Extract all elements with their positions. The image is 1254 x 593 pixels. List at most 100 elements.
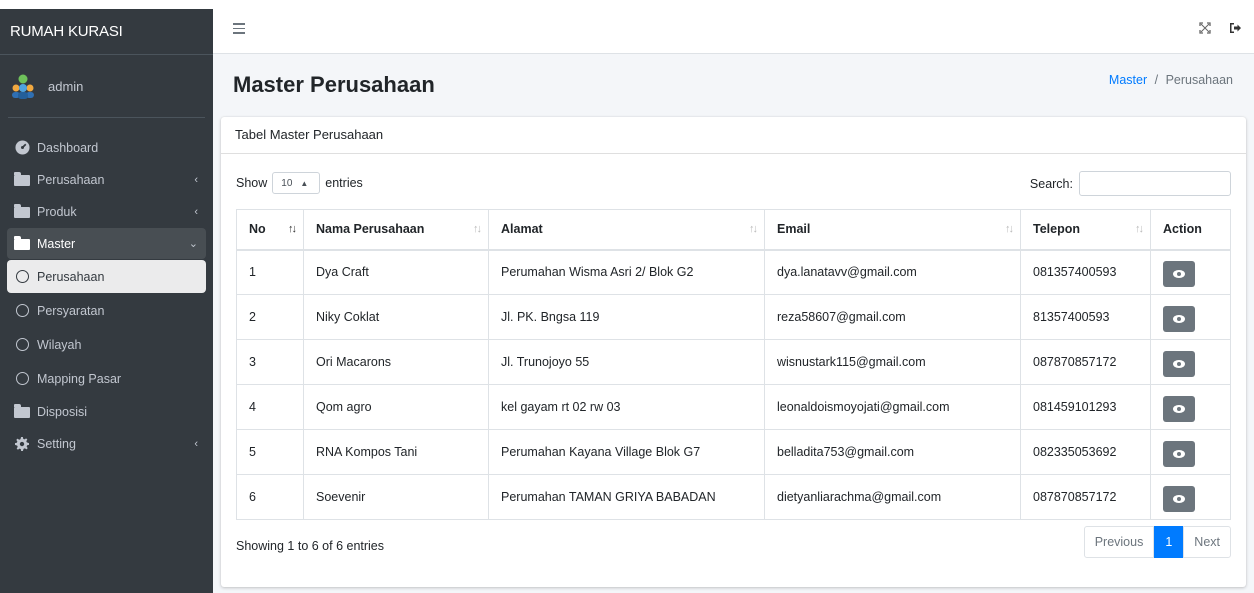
table-row: 4 Qom agro kel gayam rt 02 rw 03 leonald… (236, 384, 1231, 430)
cell-telepon: 082335053692 (1020, 429, 1151, 475)
eye-icon (1173, 359, 1185, 368)
pagination-previous-button[interactable]: Previous (1083, 526, 1155, 558)
user-name: admin (48, 78, 84, 94)
table-header-row: No ↑↓ Nama Perusahaan ↑↓ Alamat ↑↓ Email ↑↓ … (236, 209, 1231, 251)
sidebar-item-label: Perusahaan (37, 172, 105, 187)
page-title: Master Perusahaan (233, 72, 435, 97)
sidebar-nav: Dashboard Perusahaan ‹ Produk ‹ Master ⌄… (0, 118, 213, 459)
sidebar-item-label: Perusahaan (37, 269, 105, 284)
sidebar-item-label: Mapping Pasar (37, 371, 122, 386)
view-button[interactable] (1163, 350, 1195, 377)
cell-nama: Ori Macarons (303, 339, 489, 385)
sort-icon: ↑↓ (288, 223, 297, 235)
view-button[interactable] (1163, 260, 1195, 287)
cell-alamat: Jl. Trunojoyo 55 (488, 339, 765, 385)
cell-email: reza58607@gmail.com (764, 294, 1021, 340)
eye-icon (1173, 314, 1185, 323)
user-panel[interactable]: admin (8, 55, 205, 118)
folder-icon (13, 203, 31, 218)
sidebar-item-master-perusahaan[interactable]: Perusahaan (7, 260, 206, 293)
folder-icon (13, 235, 31, 250)
cell-no: 2 (236, 294, 304, 340)
table-row: 2 Niky Coklat Jl. PK. Bngsa 119 reza5860… (236, 294, 1231, 340)
column-header-email[interactable]: Email ↑↓ (764, 209, 1021, 251)
eye-icon (1173, 404, 1185, 413)
table-row: 1 Dya Craft Perumahan Wisma Asri 2/ Blok… (236, 249, 1231, 295)
chevron-left-icon: ‹ (194, 437, 198, 450)
table-row: 3 Ori Macarons Jl. Trunojoyo 55 wisnusta… (236, 339, 1231, 385)
view-button[interactable] (1163, 485, 1195, 512)
sidebar-item-perusahaan[interactable]: Perusahaan ‹ (7, 164, 206, 195)
table-row: 5 RNA Kompos Tani Perumahan Kayana Villa… (236, 429, 1231, 475)
column-header-telepon[interactable]: Telepon ↑↓ (1020, 209, 1151, 251)
column-header-label: Action (1163, 222, 1202, 237)
column-header-nama[interactable]: Nama Perusahaan ↑↓ (303, 209, 489, 251)
view-button[interactable] (1163, 305, 1195, 332)
chevron-down-icon: ⌄ (188, 238, 198, 250)
sidebar-item-setting[interactable]: Setting ‹ (7, 428, 206, 459)
cell-email: dya.lanatavv@gmail.com (764, 249, 1021, 295)
sort-icon: ↑↓ (473, 223, 482, 235)
view-button[interactable] (1163, 440, 1195, 467)
sidebar-item-disposisi[interactable]: Disposisi (7, 396, 206, 427)
column-header-alamat[interactable]: Alamat ↑↓ (488, 209, 765, 251)
cell-no: 5 (236, 429, 304, 475)
cell-action (1150, 294, 1231, 340)
sidebar-item-label: Setting (37, 436, 76, 451)
top-strip (0, 0, 1254, 9)
cell-no: 6 (236, 474, 304, 520)
sidebar-item-label: Persyaratan (37, 303, 105, 318)
sidebar-item-master[interactable]: Master ⌄ (7, 228, 206, 259)
sort-select-icon: ▲ (300, 178, 309, 188)
cell-telepon: 081459101293 (1020, 384, 1151, 430)
table-info: Showing 1 to 6 of 6 entries (236, 539, 385, 553)
cell-alamat: kel gayam rt 02 rw 03 (488, 384, 765, 430)
sign-out-icon[interactable] (1229, 22, 1242, 34)
cell-alamat: Perumahan TAMAN GRIYA BABADAN (488, 474, 765, 520)
cell-email: dietyanliarachma@gmail.com (764, 474, 1021, 520)
sidebar-item-mapping-pasar[interactable]: Mapping Pasar (7, 362, 206, 395)
search-input[interactable] (1079, 171, 1231, 196)
sidebar-item-wilayah[interactable]: Wilayah (7, 328, 206, 361)
cell-action (1150, 339, 1231, 385)
sidebar-item-produk[interactable]: Produk ‹ (7, 196, 206, 227)
sidebar-item-persyaratan[interactable]: Persyaratan (7, 294, 206, 327)
column-header-action: Action (1150, 209, 1231, 251)
entries-select[interactable]: 10 ▲ (272, 172, 321, 194)
circle-icon (13, 304, 31, 317)
hamburger-menu-icon[interactable] (233, 23, 245, 35)
sidebar: RUMAH KURASI admin Dashboard Perusahaan … (0, 9, 213, 593)
sidebar-item-label: Produk (37, 204, 77, 219)
cell-telepon: 81357400593 (1020, 294, 1151, 340)
cell-email: wisnustark115@gmail.com (764, 339, 1021, 385)
column-header-no[interactable]: No ↑↓ (236, 209, 304, 251)
cell-nama: Soevenir (303, 474, 489, 520)
show-label: Show (236, 176, 268, 190)
cell-action (1150, 429, 1231, 475)
circle-icon (13, 338, 31, 351)
sidebar-item-dashboard[interactable]: Dashboard (7, 132, 206, 163)
view-button[interactable] (1163, 395, 1195, 422)
cell-nama: Niky Coklat (303, 294, 489, 340)
fullscreen-icon[interactable] (1199, 22, 1211, 34)
sidebar-item-label: Dashboard (37, 140, 99, 155)
cell-alamat: Jl. PK. Bngsa 119 (488, 294, 765, 340)
cell-action (1150, 474, 1231, 520)
cell-email: belladita753@gmail.com (764, 429, 1021, 475)
pagination-next-button[interactable]: Next (1183, 526, 1231, 558)
entries-control: Show 10 ▲ entries (236, 172, 363, 194)
main-content: Master Perusahaan Master / Perusahaan Ta… (213, 54, 1254, 593)
cell-no: 1 (236, 249, 304, 295)
column-header-label: Alamat (501, 222, 543, 237)
column-header-label: Nama Perusahaan (316, 222, 425, 237)
entries-label: entries (325, 176, 363, 190)
circle-icon (13, 270, 31, 283)
column-header-label: Telepon (1033, 222, 1080, 237)
circle-icon (13, 372, 31, 385)
top-navbar (213, 9, 1254, 54)
breadcrumb-link-master[interactable]: Master (1109, 73, 1147, 87)
pagination-page-button[interactable]: 1 (1154, 526, 1184, 558)
brand-logo[interactable]: RUMAH KURASI (0, 9, 213, 55)
column-header-label: Email (777, 222, 811, 237)
sort-icon: ↑↓ (1005, 223, 1014, 235)
